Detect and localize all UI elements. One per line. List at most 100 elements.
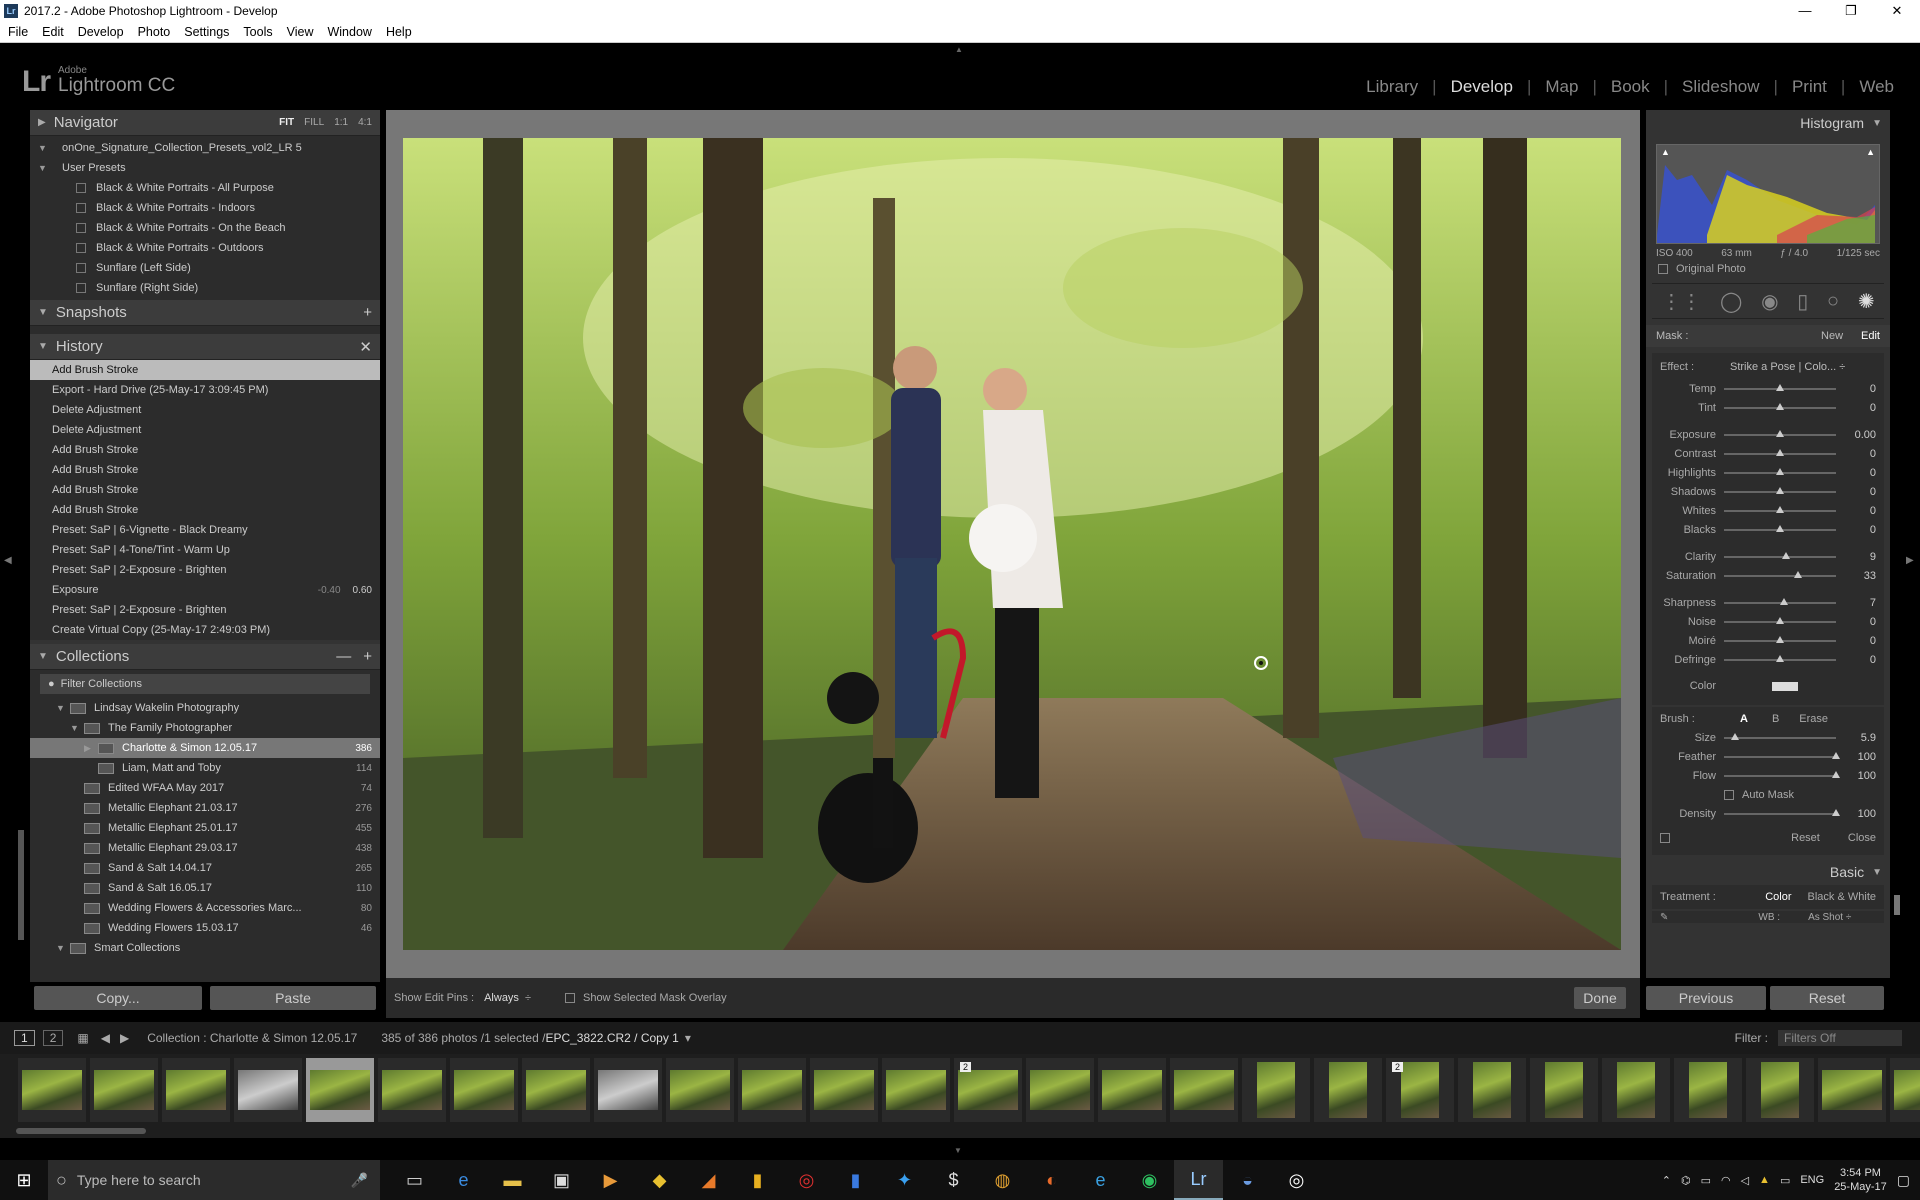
filmstrip-thumbnail[interactable]	[1602, 1058, 1670, 1122]
red-eye-icon[interactable]: ◉	[1761, 289, 1778, 314]
collection-item[interactable]: Wedding Flowers 15.03.17 46	[30, 918, 380, 938]
nav-1-1[interactable]: 1:1	[334, 117, 348, 128]
filmstrip-thumbnail[interactable]	[378, 1058, 446, 1122]
filmstrip-thumbnail[interactable]	[810, 1058, 878, 1122]
history-step[interactable]: Add Brush Stroke	[30, 480, 380, 500]
task-view-icon[interactable]: ▭	[390, 1160, 439, 1200]
collection-item[interactable]: ▼ Lindsay Wakelin Photography	[30, 698, 380, 718]
taskbar-search[interactable]: ○ Type here to search 🎤	[48, 1160, 380, 1200]
word-doc-icon[interactable]: ▮	[831, 1160, 880, 1200]
previous-button[interactable]: Previous	[1646, 986, 1766, 1010]
filmstrip-thumbnail[interactable]	[234, 1058, 302, 1122]
drawing-app-icon[interactable]: ◢	[684, 1160, 733, 1200]
stack-count-badge[interactable]: 2	[960, 1062, 972, 1072]
filter-select[interactable]: Filters Off	[1778, 1030, 1902, 1046]
brush-close-button[interactable]: Close	[1848, 832, 1876, 844]
main-photo[interactable]	[403, 138, 1621, 950]
battery-icon[interactable]: ▭	[1780, 1174, 1790, 1187]
highlight-clipping-icon[interactable]: ▲	[1866, 147, 1875, 157]
lightbulb-app-icon[interactable]: ◆	[635, 1160, 684, 1200]
history-step[interactable]: Add Brush Stroke	[30, 440, 380, 460]
add-collection-icon[interactable]: +	[363, 648, 372, 665]
wb-eyedropper-icon[interactable]: ✎	[1660, 912, 1668, 923]
lightroom-taskbar-icon[interactable]: Lr	[1174, 1160, 1223, 1200]
filmstrip-thumbnail[interactable]	[666, 1058, 734, 1122]
volume-icon[interactable]: ◁	[1741, 1174, 1749, 1187]
history-step[interactable]: Add Brush Stroke	[30, 360, 380, 380]
done-button[interactable]: Done	[1574, 987, 1626, 1009]
effect-preset-select[interactable]: Strike a Pose | Colo... ÷	[1730, 361, 1845, 373]
mask-new-button[interactable]: New	[1821, 330, 1843, 342]
color-swatch[interactable]	[1772, 681, 1798, 691]
stack-count-badge[interactable]: 2	[1392, 1062, 1404, 1072]
slider-value[interactable]: 0	[1846, 635, 1876, 647]
history-step[interactable]: Add Brush Stroke	[30, 500, 380, 520]
slider-thumb[interactable]	[1776, 505, 1784, 513]
histogram-header[interactable]: Histogram ▼	[1646, 110, 1890, 136]
slider-track[interactable]	[1724, 551, 1836, 559]
network-icon[interactable]: ⌬	[1681, 1174, 1691, 1187]
menu-tools[interactable]: Tools	[235, 25, 278, 39]
filmstrip-thumbnail[interactable]	[1314, 1058, 1382, 1122]
module-web[interactable]: Web	[1845, 77, 1908, 97]
module-develop[interactable]: Develop	[1437, 77, 1527, 97]
collection-item[interactable]: ▼ Smart Collections	[30, 938, 380, 958]
preset-folder[interactable]: ▼ onOne_Signature_Collection_Presets_vol2…	[30, 138, 380, 158]
forward-arrow-icon[interactable]: ▶	[120, 1031, 129, 1045]
slider-value[interactable]: 0	[1846, 402, 1876, 414]
slider-track[interactable]	[1724, 732, 1836, 740]
right-panel-toggle-icon[interactable]: ▶	[1906, 555, 1914, 566]
module-library[interactable]: Library	[1352, 77, 1432, 97]
history-step[interactable]: Preset: SaP | 2-Exposure - Brighten	[30, 600, 380, 620]
filmstrip-thumbnail[interactable]	[1026, 1058, 1094, 1122]
filmstrip-thumbnail[interactable]	[1098, 1058, 1166, 1122]
preset-item[interactable]: Sunflare (Right Side)	[30, 278, 380, 298]
current-filename[interactable]: EPC_3822.CR2 / Copy 1	[545, 1031, 678, 1045]
tray-expand-icon[interactable]: ⌃	[1662, 1174, 1671, 1187]
remove-collection-icon[interactable]: —	[336, 648, 351, 665]
original-photo-toggle[interactable]: Original Photo	[1658, 263, 1878, 275]
edge-icon[interactable]: e	[439, 1160, 488, 1200]
preset-item[interactable]: Black & White Portraits - On the Beach	[30, 218, 380, 238]
microphone-icon[interactable]: 🎤	[351, 1172, 368, 1189]
chrome-icon[interactable]: ◍	[978, 1160, 1027, 1200]
radial-filter-icon[interactable]: ○	[1827, 290, 1839, 313]
slider-thumb[interactable]	[1832, 808, 1840, 816]
slider-thumb[interactable]	[1776, 383, 1784, 391]
filmstrip-thumbnail[interactable]	[1746, 1058, 1814, 1122]
preset-item[interactable]: Black & White Portraits - Indoors	[30, 198, 380, 218]
menu-edit[interactable]: Edit	[34, 25, 70, 39]
auto-mask-checkbox[interactable]	[1724, 789, 1734, 800]
slider-track[interactable]	[1724, 635, 1836, 643]
slider-thumb[interactable]	[1776, 448, 1784, 456]
brush-erase-button[interactable]: Erase	[1799, 713, 1828, 725]
top-panel-toggle-icon[interactable]: ▲	[955, 45, 963, 54]
taskbar-clock[interactable]: 3:54 PM 25-May-17	[1834, 1166, 1887, 1194]
collection-triangle-icon[interactable]: ▼	[70, 723, 84, 733]
slider-value[interactable]: 0	[1846, 448, 1876, 460]
treatment-bw[interactable]: Black & White	[1808, 891, 1876, 903]
store-icon[interactable]: ▣	[537, 1160, 586, 1200]
windows-start-icon[interactable]: ⊞	[0, 1170, 48, 1191]
slider-track[interactable]	[1724, 524, 1836, 532]
document-app-icon[interactable]: ▮	[733, 1160, 782, 1200]
finance-app-icon[interactable]: $	[929, 1160, 978, 1200]
menu-settings[interactable]: Settings	[176, 25, 235, 39]
filmstrip-thumbnail[interactable]	[162, 1058, 230, 1122]
auto-mask-row[interactable]: Auto Mask	[1652, 785, 1884, 804]
notifications-icon[interactable]: ▢	[1897, 1172, 1910, 1189]
slider-thumb[interactable]	[1776, 486, 1784, 494]
mail-app-icon[interactable]: ◒	[1223, 1160, 1272, 1200]
graduated-filter-icon[interactable]: ▯	[1797, 289, 1808, 314]
module-slideshow[interactable]: Slideshow	[1668, 77, 1774, 97]
clear-history-icon[interactable]: ✕	[359, 338, 372, 356]
slider-track[interactable]	[1724, 654, 1836, 662]
slider-thumb[interactable]	[1776, 616, 1784, 624]
slider-value[interactable]: 0	[1846, 524, 1876, 536]
slider-value[interactable]: 0	[1846, 654, 1876, 666]
creative-cloud-icon[interactable]: ◎	[782, 1160, 831, 1200]
left-panel-toggle-icon[interactable]: ◀	[4, 555, 12, 566]
filmstrip-thumbnail[interactable]	[306, 1058, 374, 1122]
slider-value[interactable]: 0	[1846, 383, 1876, 395]
file-explorer-icon[interactable]: ▬	[488, 1160, 537, 1200]
